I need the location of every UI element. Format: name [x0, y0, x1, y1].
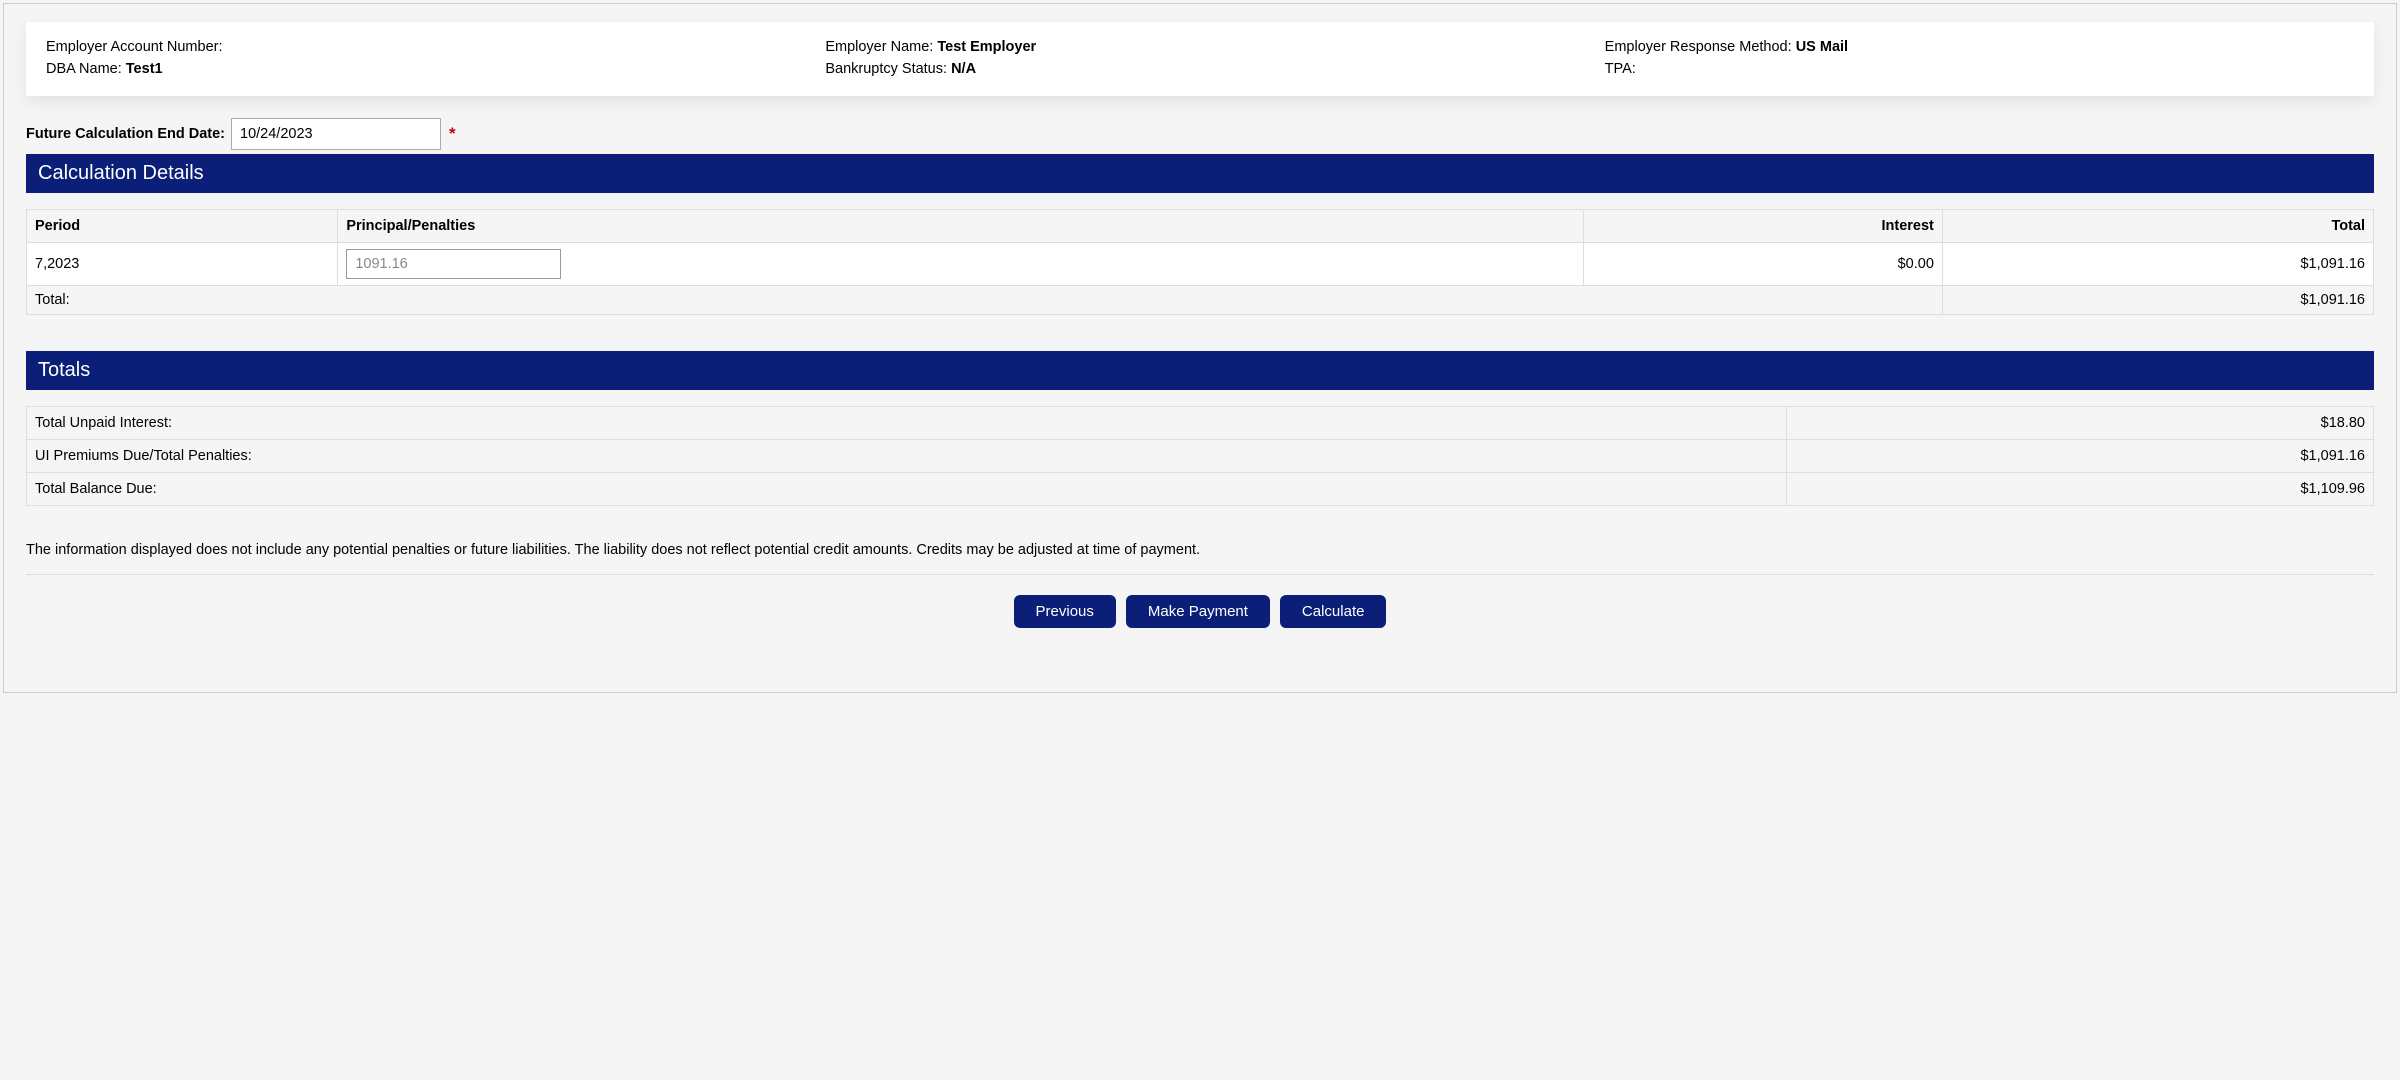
- bankruptcy-value: N/A: [951, 61, 976, 77]
- future-date-row: Future Calculation End Date: *: [26, 118, 2374, 150]
- employer-name-label: Employer Name:: [825, 39, 933, 55]
- account-number-row: Employer Account Number:: [46, 36, 795, 58]
- details-total-value: $1,091.16: [1942, 286, 2373, 315]
- totals-row-premiums: UI Premiums Due/Total Penalties: $1,091.…: [27, 440, 2374, 473]
- separator: [26, 574, 2374, 575]
- response-method-value: US Mail: [1796, 39, 1848, 55]
- dba-row: DBA Name: Test1: [46, 58, 795, 80]
- employer-col-1: Employer Account Number: DBA Name: Test1: [46, 36, 795, 80]
- cell-period: 7,2023: [27, 243, 338, 286]
- make-payment-button[interactable]: Make Payment: [1126, 595, 1270, 628]
- calculation-details-table: Period Principal/Penalties Interest Tota…: [26, 209, 2374, 315]
- response-method-row: Employer Response Method: US Mail: [1605, 36, 2354, 58]
- table-row: 7,2023 $0.00 $1,091.16: [27, 243, 2374, 286]
- unpaid-interest-label: Total Unpaid Interest:: [27, 407, 1787, 440]
- header-period: Period: [27, 210, 338, 243]
- header-interest: Interest: [1583, 210, 1942, 243]
- calculation-details-header: Calculation Details: [26, 154, 2374, 193]
- calculate-button[interactable]: Calculate: [1280, 595, 1387, 628]
- tpa-label: TPA:: [1605, 61, 1636, 77]
- future-date-input[interactable]: [231, 118, 441, 150]
- unpaid-interest-value: $18.80: [1787, 407, 2374, 440]
- cell-principal: [338, 243, 1583, 286]
- premiums-label: UI Premiums Due/Total Penalties:: [27, 440, 1787, 473]
- disclaimer-text: The information displayed does not inclu…: [26, 542, 2374, 558]
- tpa-row: TPA:: [1605, 58, 2354, 80]
- header-principal: Principal/Penalties: [338, 210, 1583, 243]
- employer-col-3: Employer Response Method: US Mail TPA:: [1605, 36, 2354, 80]
- employer-info-card: Employer Account Number: DBA Name: Test1…: [26, 22, 2374, 96]
- details-header-row: Period Principal/Penalties Interest Tota…: [27, 210, 2374, 243]
- premiums-value: $1,091.16: [1787, 440, 2374, 473]
- balance-label: Total Balance Due:: [27, 473, 1787, 506]
- employer-name-row: Employer Name: Test Employer: [825, 36, 1574, 58]
- employer-col-2: Employer Name: Test Employer Bankruptcy …: [825, 36, 1574, 80]
- dba-label: DBA Name:: [46, 61, 122, 77]
- future-date-label: Future Calculation End Date:: [26, 126, 225, 142]
- totals-row-unpaid-interest: Total Unpaid Interest: $18.80: [27, 407, 2374, 440]
- header-total: Total: [1942, 210, 2373, 243]
- cell-total: $1,091.16: [1942, 243, 2373, 286]
- account-number-label: Employer Account Number:: [46, 39, 223, 55]
- employer-name-value: Test Employer: [937, 39, 1036, 55]
- page-container: Employer Account Number: DBA Name: Test1…: [3, 3, 2397, 693]
- totals-header: Totals: [26, 351, 2374, 390]
- response-method-label: Employer Response Method:: [1605, 39, 1792, 55]
- dba-value: Test1: [126, 61, 163, 77]
- required-asterisk: *: [449, 124, 456, 144]
- bankruptcy-label: Bankruptcy Status:: [825, 61, 947, 77]
- details-total-label: Total:: [27, 286, 1943, 315]
- totals-row-balance: Total Balance Due: $1,109.96: [27, 473, 2374, 506]
- cell-interest: $0.00: [1583, 243, 1942, 286]
- balance-value: $1,109.96: [1787, 473, 2374, 506]
- button-row: Previous Make Payment Calculate: [26, 595, 2374, 628]
- totals-table: Total Unpaid Interest: $18.80 UI Premium…: [26, 406, 2374, 506]
- previous-button[interactable]: Previous: [1014, 595, 1116, 628]
- principal-input[interactable]: [346, 249, 561, 279]
- bankruptcy-row: Bankruptcy Status: N/A: [825, 58, 1574, 80]
- details-total-row: Total: $1,091.16: [27, 286, 2374, 315]
